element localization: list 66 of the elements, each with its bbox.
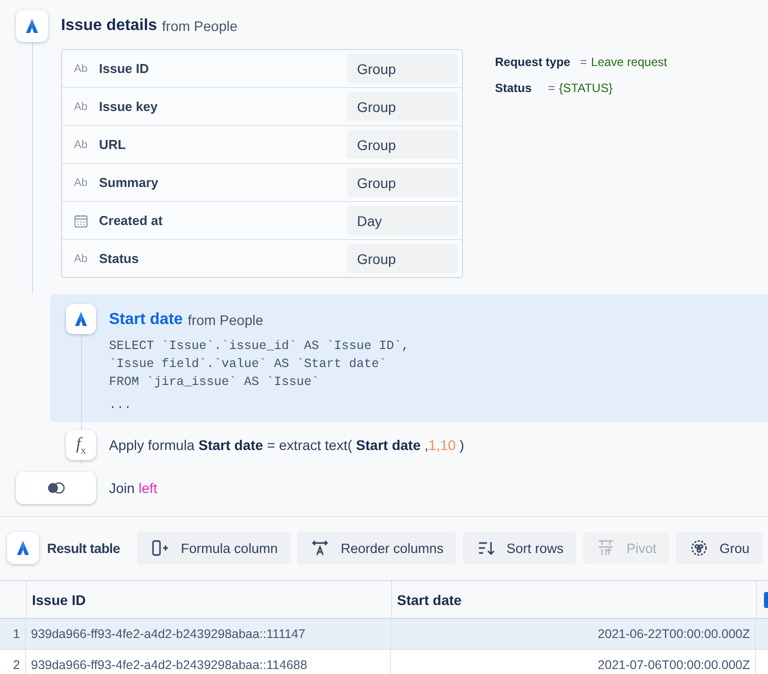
field-name: Issue key	[99, 99, 159, 114]
column-header[interactable]: Issue ID	[27, 581, 392, 618]
join-node[interactable]	[16, 472, 96, 504]
sort-icon	[476, 539, 494, 557]
filter-operator: =	[548, 81, 556, 95]
toolbar-button[interactable]: Grou	[676, 532, 762, 564]
step-source: from People	[162, 18, 238, 34]
text-type-label: Ab	[74, 100, 88, 112]
sql-line: ...	[109, 398, 133, 414]
text-type-label: Ab	[74, 138, 88, 150]
result-table-title: Result table	[47, 540, 120, 556]
filter-value: {STATUS}	[559, 81, 613, 95]
reorder-icon	[310, 539, 329, 557]
sql-line: `Issue field`.`value` AS `Start date`	[109, 357, 388, 373]
text-type-label: Ab	[74, 176, 88, 188]
join-text: Join left	[109, 480, 158, 496]
formula-node[interactable]: f$_{x}$	[66, 430, 96, 460]
filter-field: Status	[495, 81, 540, 95]
calendar-icon	[74, 214, 88, 228]
step-node[interactable]	[16, 10, 48, 42]
table-cell: 939da966-ff93-4fe2-a4d2-b2439298abaa::114688	[26, 650, 391, 674]
sql-line: SELECT `Issue`.`issue_id` AS `Issue ID`,	[109, 339, 410, 355]
step-title: Issue details	[61, 17, 158, 35]
field-name: Summary	[99, 175, 160, 190]
column-header[interactable]: Start date	[392, 581, 757, 618]
query-step-panel[interactable]: Start date from People SELECT `Issue`.`issue_id` AS `Issue ID`, `Issue field`.`value` AS `Start date` FROM `jira_issue` AS `Issue` ...	[50, 294, 768, 422]
filter-field: Request type	[495, 55, 572, 69]
filter-value: Leave request	[591, 55, 668, 69]
column-plus-icon	[150, 539, 169, 557]
toolbar-button[interactable]: Reorder columns	[296, 532, 456, 564]
function-icon: f$_{x}$	[76, 434, 86, 456]
sql-line: FROM `jira_issue` AS `Issue`	[109, 375, 320, 391]
step-title: Start date	[109, 311, 183, 329]
logo-icon	[15, 540, 31, 556]
grouping-select[interactable]: Group	[347, 130, 458, 159]
table-row[interactable]: 2 939da966-ff93-4fe2-a4d2-b2439298abaa::114688 2021-07-06T00:00:00.000Z	[0, 650, 768, 674]
logo-icon	[73, 311, 89, 327]
table-cell: 2021-07-06T00:00:00.000Z	[391, 650, 756, 674]
toolbar-button[interactable]: Sort rows	[462, 532, 576, 564]
grouping-select[interactable]: Group	[347, 244, 458, 273]
field-name: URL	[99, 137, 127, 152]
step-node[interactable]	[66, 304, 96, 334]
table-cell: 2021-06-22T00:00:00.000Z	[391, 619, 756, 649]
table-cell: 939da966-ff93-4fe2-a4d2-b2439298abaa::111147	[26, 619, 391, 649]
field-name: Created at	[99, 213, 164, 228]
pivot-icon	[596, 539, 615, 557]
field-name: Status	[99, 251, 140, 266]
text-type-label: Ab	[74, 252, 88, 264]
result-table-icon[interactable]	[7, 532, 39, 564]
group-icon	[690, 539, 708, 557]
toolbar-button[interactable]: Formula column	[136, 532, 290, 564]
text-type-label: Ab	[74, 62, 88, 74]
grouping-select[interactable]: Group	[347, 168, 458, 197]
grouping-select[interactable]: Group	[347, 54, 458, 83]
logo-icon	[24, 18, 40, 34]
field-name: Issue ID	[99, 61, 150, 76]
filter-operator: =	[580, 55, 588, 69]
step-source: from People	[188, 312, 264, 328]
table-row[interactable]: 1 939da966-ff93-4fe2-a4d2-b2439298abaa::111147 2021-06-22T00:00:00.000Z	[0, 619, 768, 650]
row-number: 1	[0, 619, 26, 649]
grouping-select[interactable]: Group	[347, 92, 458, 121]
grouping-select[interactable]: Day	[347, 206, 458, 235]
formula-text: Apply formula Start date = extract text( Start date ,1,10 )	[109, 437, 464, 453]
row-number: 2	[0, 650, 26, 674]
join-icon	[47, 482, 65, 494]
column-select-icon[interactable]	[764, 592, 768, 608]
